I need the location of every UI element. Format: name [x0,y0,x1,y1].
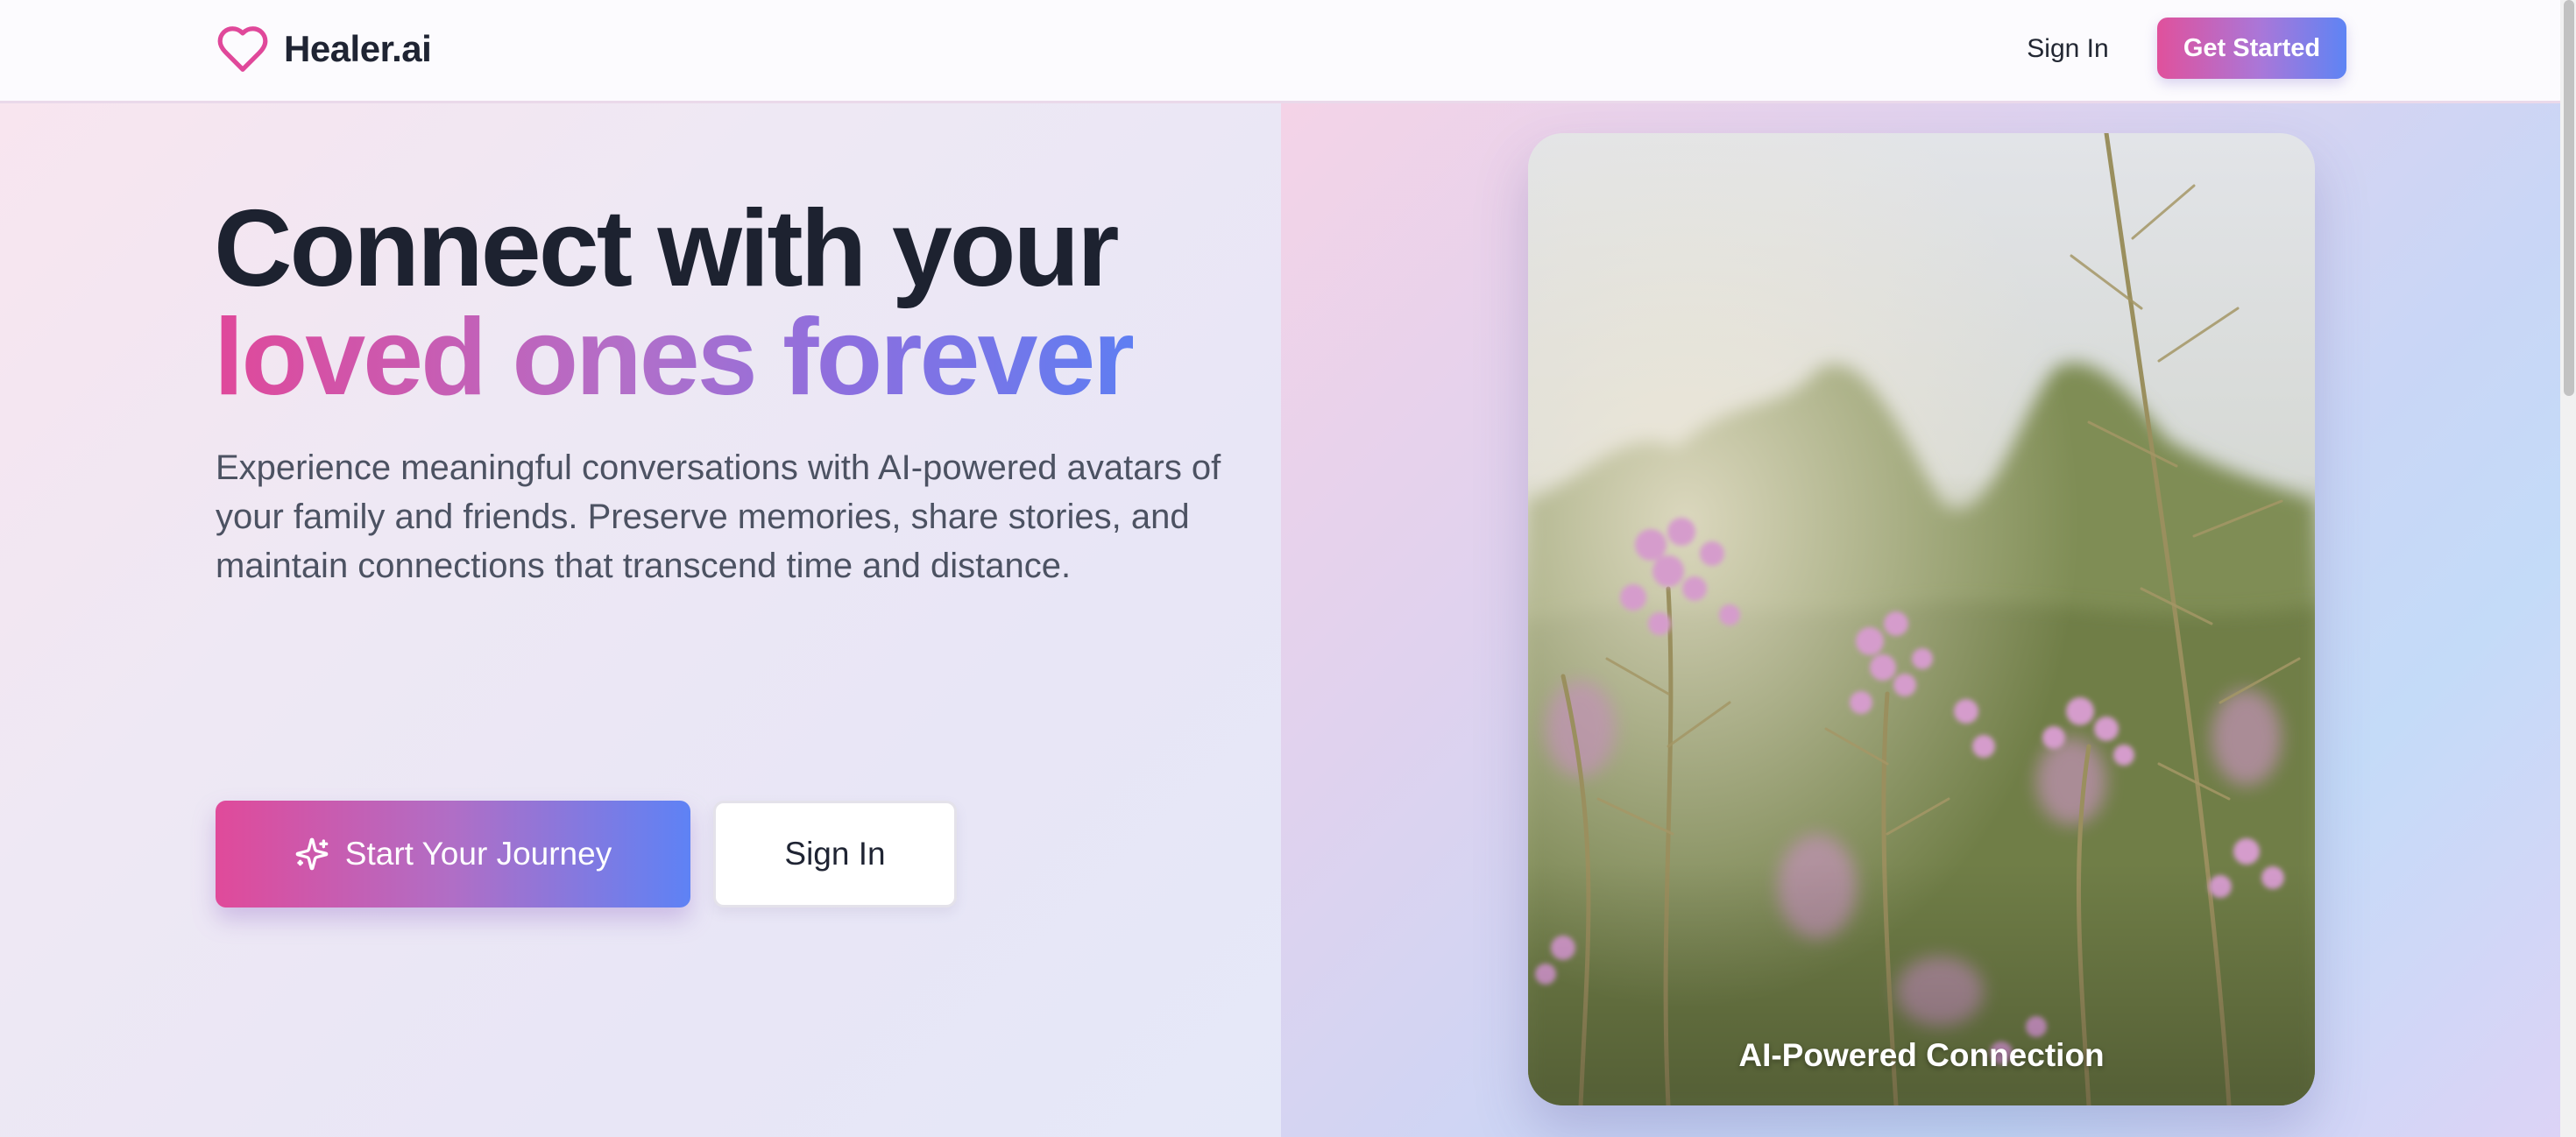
brand-name: Healer.ai [284,28,432,69]
sparkle-icon [295,837,329,871]
headline-line-1: Connect with your [214,188,1120,309]
nav-sign-in-button[interactable]: Sign In [1998,25,2138,74]
get-started-button[interactable]: Get Started [2157,18,2346,79]
start-journey-button[interactable]: Start Your Journey [216,801,690,907]
top-navbar: Healer.ai Sign In Get Started [0,0,2560,103]
hero-description: Experience meaningful conversations with… [216,448,1221,585]
heart-icon [217,26,268,72]
page-scrollbar-thumb[interactable] [2564,0,2574,396]
image-caption: AI-Powered Connection [1738,1037,2105,1073]
hero-image-card: AI-Powered Connection [1528,133,2315,1105]
hero-headline: Connect with your loved ones forever [214,188,1136,419]
hero-sign-in-button[interactable]: Sign In [713,801,957,907]
headline-line-2-gradient: loved ones forever [214,297,1136,418]
start-journey-label: Start Your Journey [344,836,612,872]
wildflower-photo [1528,133,2315,1105]
brand-logo[interactable]: Healer.ai [216,16,432,82]
